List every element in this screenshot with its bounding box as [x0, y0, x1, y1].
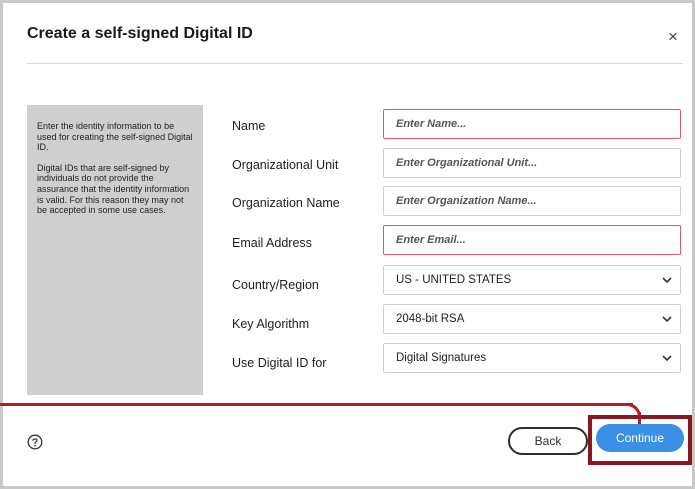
org-name-input[interactable]	[383, 186, 681, 216]
name-label: Name	[232, 119, 266, 133]
title-divider	[27, 63, 683, 64]
chevron-down-icon	[662, 355, 672, 362]
annotation-callout-line	[0, 403, 633, 406]
country-select[interactable]: US - UNITED STATES	[383, 265, 681, 295]
key-algorithm-selected-value: 2048-bit RSA	[396, 313, 465, 325]
back-button[interactable]: Back	[508, 427, 588, 455]
info-panel: Enter the identity information to be use…	[27, 105, 203, 395]
org-unit-input[interactable]	[383, 148, 681, 178]
use-for-label: Use Digital ID for	[232, 356, 327, 370]
org-unit-label: Organizational Unit	[232, 158, 339, 172]
dialog-title: Create a self-signed Digital ID	[27, 25, 253, 42]
use-for-selected-value: Digital Signatures	[396, 352, 487, 364]
country-label: Country/Region	[232, 278, 319, 292]
org-name-label: Organization Name	[232, 196, 340, 210]
close-button[interactable]: ×	[668, 28, 678, 45]
email-input[interactable]	[383, 225, 681, 255]
info-text-intro: Enter the identity information to be use…	[37, 121, 193, 153]
info-text-warning: Digital IDs that are self-signed by indi…	[37, 162, 190, 216]
use-for-select[interactable]: Digital Signatures	[383, 343, 681, 373]
key-algorithm-label: Key Algorithm	[232, 317, 310, 331]
annotation-highlight-box	[588, 415, 692, 465]
key-algorithm-select[interactable]: 2048-bit RSA	[383, 304, 681, 334]
country-selected-value: US - UNITED STATES	[396, 274, 512, 286]
create-digital-id-dialog: Create a self-signed Digital ID × Enter …	[3, 3, 692, 486]
name-input[interactable]	[383, 109, 681, 139]
email-label: Email Address	[232, 236, 312, 250]
chevron-down-icon	[662, 277, 672, 284]
chevron-down-icon	[662, 316, 672, 323]
question-circle-icon[interactable]	[27, 434, 43, 450]
